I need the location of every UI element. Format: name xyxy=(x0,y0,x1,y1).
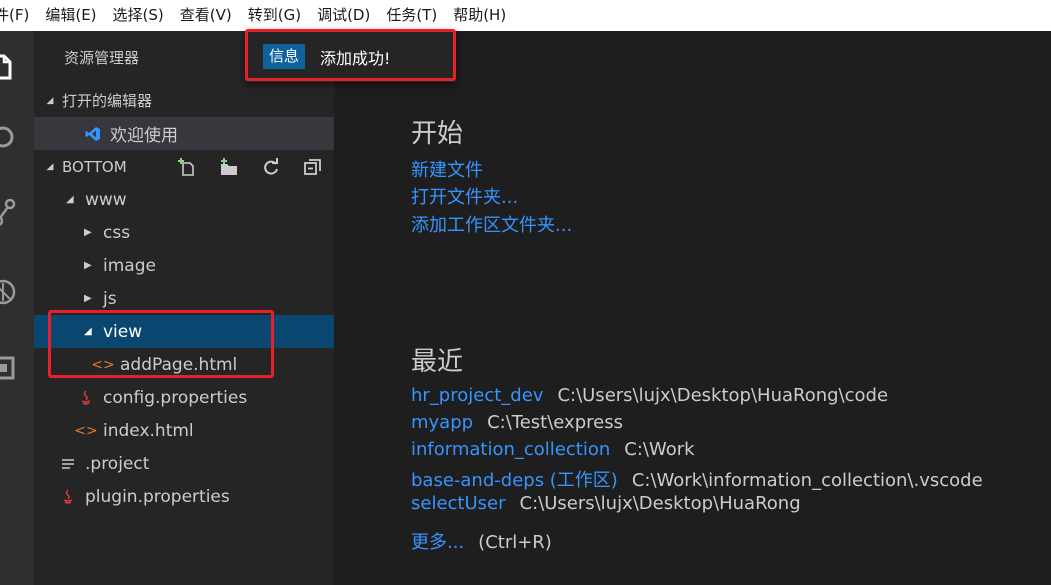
recent-item[interactable]: information_collection C:\Work xyxy=(411,439,695,460)
recent-name[interactable]: information_collection xyxy=(411,439,610,460)
add-workspace-folder-link[interactable]: 添加工作区文件夹... xyxy=(411,211,572,237)
explorer-icon[interactable] xyxy=(0,52,18,82)
recent-name[interactable]: hr_project_dev xyxy=(411,385,543,406)
expanded-arrow-icon: ◢ xyxy=(66,194,74,205)
menu-selection[interactable]: 选择(S) xyxy=(105,0,172,31)
recent-path: C:\Work xyxy=(624,439,695,460)
tree-folder-image[interactable]: ▶ image xyxy=(34,249,334,282)
extensions-icon[interactable] xyxy=(0,353,18,383)
recent-item[interactable]: hr_project_dev C:\Users\lujx\Desktop\HuaR… xyxy=(411,385,888,406)
recent-name[interactable]: base-and-deps (工作区) xyxy=(411,470,618,491)
recent-item[interactable]: base-and-deps (工作区) C:\Work\information_c… xyxy=(411,466,983,492)
tree-label: plugin.properties xyxy=(85,486,230,507)
html-icon: <> xyxy=(74,422,98,439)
new-file-icon[interactable] xyxy=(176,156,198,178)
open-editors-label: 打开的编辑器 xyxy=(62,92,153,110)
java-icon xyxy=(77,389,95,406)
refresh-icon[interactable] xyxy=(260,156,282,178)
tree-label: image xyxy=(103,255,156,276)
shortcut-hint: (Ctrl+R) xyxy=(478,532,552,553)
tree-label: www xyxy=(85,189,127,210)
tree-label: index.html xyxy=(103,420,194,441)
new-file-link[interactable]: 新建文件 xyxy=(411,156,483,182)
recent-path: C:\Work\information_collection\.vscode xyxy=(631,470,983,491)
folder-label: BOTTOM xyxy=(62,157,127,176)
lines-icon xyxy=(59,456,77,472)
expanded-arrow-icon: ◢ xyxy=(46,161,54,172)
tree-file-plugin[interactable]: plugin.properties xyxy=(34,480,334,513)
recent-path: C:\Users\lujx\Desktop\HuaRong xyxy=(519,493,801,514)
menu-go[interactable]: 转到(G) xyxy=(240,0,309,31)
menu-edit[interactable]: 编辑(E) xyxy=(37,0,104,31)
recent-name[interactable]: myapp xyxy=(411,412,473,433)
menu-bar: 件(F) 编辑(E) 选择(S) 查看(V) 转到(G) 调试(D) 任务(T)… xyxy=(0,0,1051,31)
highlight-box-view-folder xyxy=(48,310,274,378)
tree-folder-css[interactable]: ▶ css xyxy=(34,216,334,249)
vscode-icon xyxy=(84,126,102,142)
recent-title: 最近 xyxy=(411,347,464,377)
expanded-arrow-icon: ◢ xyxy=(46,95,54,106)
menu-tasks[interactable]: 任务(T) xyxy=(378,0,445,31)
search-icon[interactable] xyxy=(0,122,18,152)
highlight-box-notification xyxy=(245,29,456,81)
menu-view[interactable]: 查看(V) xyxy=(172,0,240,31)
tree-file-project[interactable]: .project xyxy=(34,447,334,480)
debug-icon[interactable] xyxy=(0,277,18,307)
start-title: 开始 xyxy=(411,119,464,149)
more-link[interactable]: 更多... xyxy=(411,532,464,553)
recent-path: C:\Test\express xyxy=(487,412,623,433)
tree-file-config[interactable]: config.properties xyxy=(34,381,334,414)
recent-item[interactable]: myapp C:\Test\express xyxy=(411,412,623,433)
collapsed-arrow-icon: ▶ xyxy=(84,293,92,304)
explorer-toolbar xyxy=(176,150,324,183)
java-icon xyxy=(59,488,77,505)
tree-file-index[interactable]: <> index.html xyxy=(34,414,334,447)
tree-label: css xyxy=(103,222,131,243)
open-editor-label: 欢迎使用 xyxy=(110,126,178,146)
tree-label: js xyxy=(103,288,117,309)
new-folder-icon[interactable] xyxy=(218,156,240,178)
source-control-icon[interactable] xyxy=(0,197,18,227)
recent-item[interactable]: selectUser C:\Users\lujx\Desktop\HuaRong xyxy=(411,493,801,514)
tree-label: config.properties xyxy=(103,387,248,408)
recent-name[interactable]: selectUser xyxy=(411,493,506,514)
tree-folder-www[interactable]: ◢ www xyxy=(34,183,334,216)
recent-path: C:\Users\lujx\Desktop\HuaRong\code xyxy=(557,385,889,406)
collapse-all-icon[interactable] xyxy=(302,156,324,178)
menu-help[interactable]: 帮助(H) xyxy=(445,0,514,31)
more-recent: 更多... (Ctrl+R) xyxy=(411,528,552,554)
folder-header[interactable]: ◢ BOTTOM xyxy=(34,150,334,183)
menu-debug[interactable]: 调试(D) xyxy=(309,0,378,31)
collapsed-arrow-icon: ▶ xyxy=(84,227,92,238)
explorer-sidebar: 资源管理器 ◢ 打开的编辑器 欢迎使用 ◢ BOTTOM ◢ www ▶ css… xyxy=(34,31,334,585)
activity-bar xyxy=(0,31,34,585)
menu-file[interactable]: 件(F) xyxy=(0,0,37,31)
collapsed-arrow-icon: ▶ xyxy=(84,260,92,271)
open-editor-item[interactable]: 欢迎使用 xyxy=(34,117,334,150)
open-folder-link[interactable]: 打开文件夹... xyxy=(411,183,518,209)
tree-label: .project xyxy=(85,453,150,474)
open-editors-header[interactable]: ◢ 打开的编辑器 xyxy=(34,84,334,117)
